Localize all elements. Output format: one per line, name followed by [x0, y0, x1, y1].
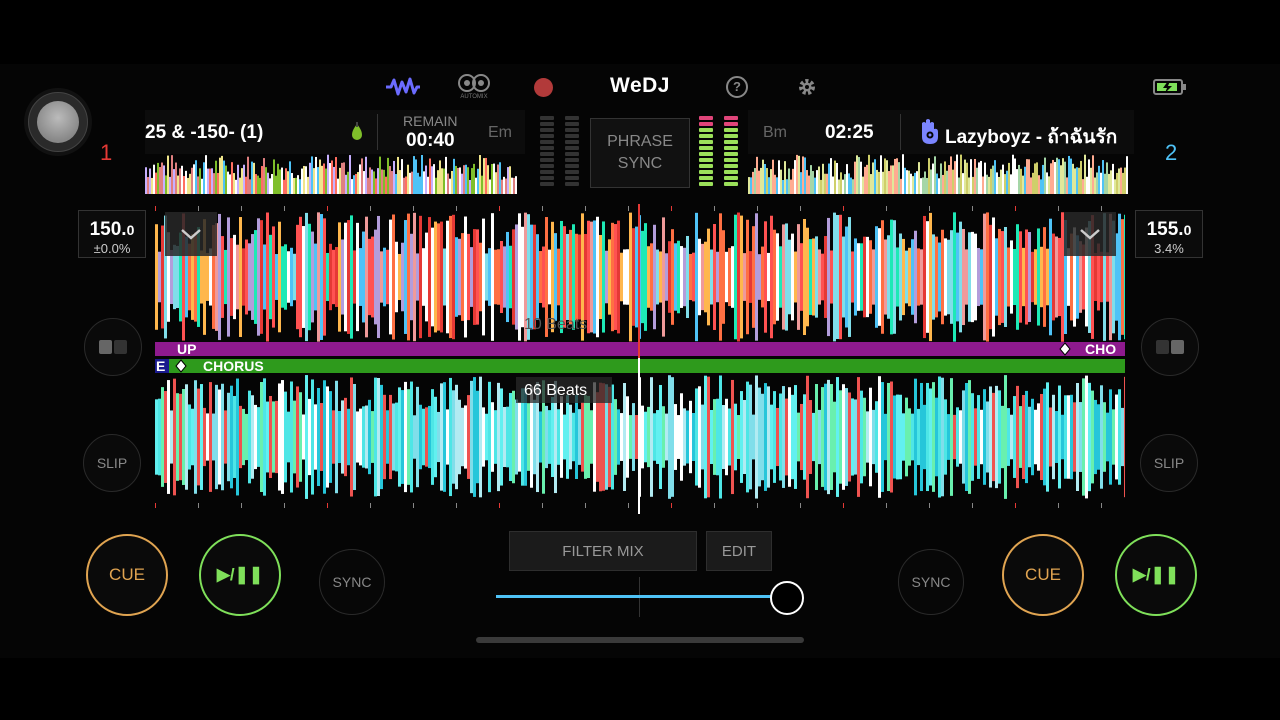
deck2-slip-button[interactable]: SLIP	[1140, 434, 1198, 492]
deck1-track-art-icon	[350, 122, 364, 147]
deck2-beats-label: 66 Beats	[524, 382, 588, 399]
deck2-phrase-band: E CHORUS	[155, 359, 1125, 373]
battery-icon	[1152, 72, 1188, 102]
deck2-main-waveform[interactable]	[155, 375, 1125, 499]
deck1-time[interactable]: 00:40	[406, 130, 455, 152]
deck1-info-bar[interactable]: 25 & -150- (1) REMAIN 00:40 Em	[145, 110, 525, 154]
deck1-play-pause-button[interactable]: ▶/❚❚	[199, 534, 281, 616]
help-icon[interactable]: ?	[724, 72, 750, 102]
deck2-bpm-display[interactable]: 155.0 3.4%	[1135, 210, 1203, 258]
crossfader-track[interactable]	[496, 595, 785, 598]
deck1-beat-grid	[155, 206, 1102, 211]
deck1-overview-waveform[interactable]	[145, 154, 525, 194]
deck2-bpm: 155.	[1146, 219, 1184, 240]
deck1-beats-label: 10 Beats	[524, 316, 588, 333]
deck2-phrase-chorus-top: CHO	[1085, 341, 1117, 357]
edit-button[interactable]: EDIT	[706, 531, 772, 571]
deck1-vu-meter-right	[565, 116, 579, 188]
deck1-slip-button[interactable]: SLIP	[83, 434, 141, 492]
deck2-collapse-button[interactable]	[1064, 212, 1116, 256]
deck2-play-pause-button[interactable]: ▶/❚❚	[1115, 534, 1197, 616]
deck2-vu-meter-right	[724, 116, 738, 188]
deck2-cue-button[interactable]: CUE	[1002, 534, 1084, 616]
deck1-track-title: 25 & -150- (1)	[145, 122, 264, 143]
deck2-playhead	[638, 358, 640, 514]
chevron-down-icon	[181, 229, 201, 240]
deck2-track-art-icon	[918, 119, 942, 150]
deck1-sync-button[interactable]: SYNC	[319, 549, 385, 615]
deck2-info-bar[interactable]: Bm 02:25 Lazyboyz - ถ้าฉันรัก	[748, 110, 1134, 154]
settings-icon[interactable]	[794, 72, 820, 102]
phrase-marker-icon	[1059, 342, 1071, 356]
crossfader-knob[interactable]	[770, 581, 804, 615]
deck1-number: 1	[100, 140, 113, 165]
deck1-main-waveform[interactable]	[155, 212, 1125, 342]
deck1-cue-button[interactable]: CUE	[86, 534, 168, 616]
deck2-track-title: Lazyboyz - ถ้าฉันรัก	[945, 127, 1118, 148]
chevron-down-icon	[1080, 229, 1100, 240]
deck1-key: Em	[488, 124, 512, 141]
deck2-sync-button[interactable]: SYNC	[898, 549, 964, 615]
menu-button[interactable]	[28, 92, 88, 152]
phrase-sync-line1: PHRASE	[607, 133, 673, 150]
deck1-vu-meter-left	[540, 116, 554, 188]
deck1-remain-label: REMAIN	[403, 113, 458, 129]
deck2-loop-button[interactable]	[1141, 318, 1199, 376]
deck1-phrase-band: UP CHO	[155, 342, 1125, 356]
deck1-bpm-display[interactable]: 150.0 ±0.0%	[78, 210, 146, 258]
deck2-vu-meter-left	[699, 116, 713, 188]
deck2-key: Bm	[763, 124, 787, 141]
phrase-sync-line2: SYNC	[617, 155, 663, 172]
record-icon[interactable]	[530, 72, 556, 102]
deck2-overview-waveform[interactable]	[748, 154, 1128, 194]
deck1-loop-button[interactable]	[84, 318, 142, 376]
deck1-pitch: ±0.0%	[93, 241, 131, 256]
deck2-beat-grid	[155, 503, 1102, 508]
deck1-collapse-button[interactable]	[165, 212, 217, 256]
grid-toggle-icon	[99, 340, 127, 354]
deck2-time[interactable]: 02:25	[825, 122, 874, 144]
automix-label: AUTOMIX	[460, 94, 488, 100]
deck2-pitch: 3.4%	[1154, 241, 1184, 256]
deck1-bpm: 150.	[89, 219, 127, 240]
deck1-bpm-decimal: 0	[126, 222, 135, 238]
automix-icon[interactable]: AUTOMIX	[454, 72, 494, 102]
filter-mix-button[interactable]: FILTER MIX	[509, 531, 697, 571]
deck2-phrase-left: E	[156, 358, 166, 374]
phrase-sync-button[interactable]: PHRASE SYNC	[590, 118, 690, 188]
grid-toggle-icon	[1156, 340, 1184, 354]
deck2-bpm-decimal: 0	[1183, 222, 1192, 238]
deck1-playhead	[638, 204, 640, 358]
deck1-phrase-up: UP	[177, 341, 197, 357]
deck2-number: 2	[1165, 140, 1178, 165]
home-indicator	[476, 637, 804, 643]
app-logo: WeDJ	[610, 74, 670, 97]
phrase-marker-icon	[175, 359, 187, 373]
waveform-icon[interactable]	[384, 72, 422, 102]
deck2-phrase-chorus: CHORUS	[203, 358, 264, 374]
